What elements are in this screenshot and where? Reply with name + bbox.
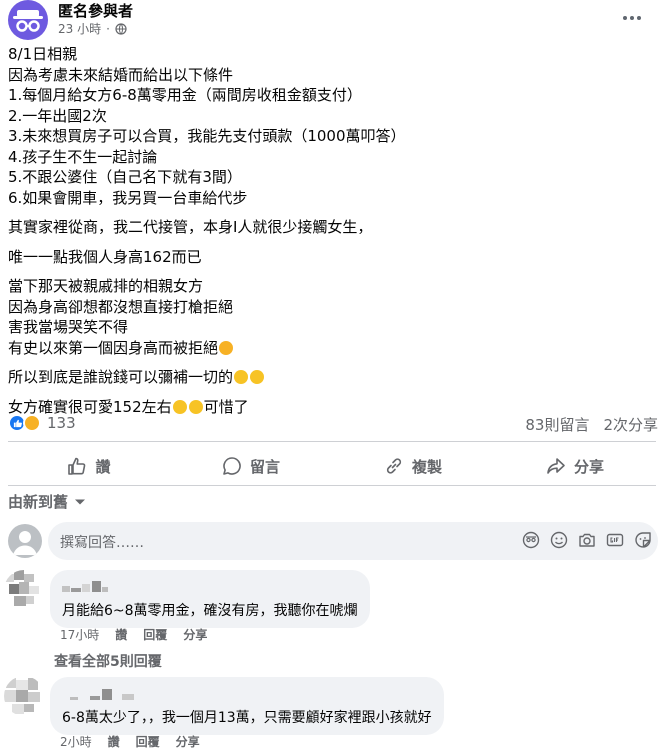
- thumbs-up-icon: [68, 457, 86, 475]
- globe-icon: [115, 22, 127, 35]
- anonymous-icon: [13, 10, 43, 32]
- commenter-avatar[interactable]: [4, 676, 44, 716]
- post-line: 其實家裡從商，我二代接管，本身I人就很少接觸女生，: [8, 218, 373, 236]
- comment-like-button[interactable]: 讚: [115, 626, 127, 643]
- blurred-avatar-icon: [4, 570, 44, 610]
- divider: [8, 485, 656, 486]
- commenter-avatar[interactable]: [4, 570, 44, 610]
- post-stats: 133 83則留言 2次分享: [8, 412, 658, 436]
- share-button[interactable]: 分享: [494, 448, 656, 484]
- meta-dot: ·: [106, 21, 110, 36]
- share-arrow-icon: [547, 458, 565, 474]
- reaction-count: 133: [47, 414, 76, 432]
- comment-text: 6-8萬太少了，，我一個月13萬，只需要顧好家裡跟小孩就好: [62, 710, 432, 726]
- haha-reaction-icon: [23, 414, 41, 432]
- post-line: 當下那天被親戚排的相親女方: [8, 277, 204, 295]
- camera-icon[interactable]: [578, 531, 596, 549]
- post-actions: 讚 留言 複製 分享: [8, 448, 656, 484]
- post-line: 因為考慮未來結婚而給出以下條件: [8, 65, 234, 84]
- commenter-name-redacted[interactable]: [62, 578, 358, 594]
- post-line: 6.如果會開車，我另買一台車給代步: [8, 188, 248, 207]
- default-user-icon: [13, 531, 37, 555]
- like-button[interactable]: 讚: [8, 448, 170, 484]
- post-paragraph: 所以到底是誰說錢可以彌補一切的: [8, 367, 648, 388]
- blurred-avatar-icon: [4, 676, 44, 716]
- comment-meta: 2小時 讚 回覆 分享: [60, 733, 200, 750]
- comment-bubble: 月能給6~8萬零用金，確沒有房，我聽你在唬爛: [50, 570, 370, 628]
- post-paragraph: 8/1日相親 因為考慮未來結婚而給出以下條件 1.每個月給女方6-8萬零用金（兩…: [8, 44, 648, 208]
- sweat-smile-emoji-icon: [250, 370, 265, 384]
- comment-share-button[interactable]: 分享: [183, 626, 207, 643]
- stats-right: 83則留言 2次分享: [525, 414, 658, 435]
- post-body: 8/1日相親 因為考慮未來結婚而給出以下條件 1.每個月給女方6-8萬零用金（兩…: [8, 44, 648, 426]
- comment-time[interactable]: 17小時: [60, 626, 99, 643]
- post-meta: 23 小時 ·: [58, 20, 127, 37]
- copy-button-label: 複製: [411, 457, 442, 476]
- sweat-smile-emoji-icon: [234, 370, 249, 384]
- post-line: 1.每個月給女方6-8萬零用金（兩間房收租金額支付）: [8, 86, 362, 104]
- comment-reply-button[interactable]: 回覆: [143, 626, 167, 643]
- comment-item: 6-8萬太少了，，我一個月13萬，只需要顧好家裡跟小孩就好 2小時 讚 回覆 分…: [0, 676, 670, 751]
- comment-share-button[interactable]: 分享: [176, 733, 200, 750]
- sort-label: 由新到舊: [8, 493, 69, 511]
- post-line: 因為身高卻想都沒想直接打槍拒絕: [8, 297, 234, 316]
- divider: [8, 441, 656, 442]
- post-line: 3.未來想買房子可以合買，我能先支付頭款（1000萬叩答）: [8, 127, 406, 145]
- post-line: 2.一年出國2次: [8, 106, 107, 125]
- current-user-avatar[interactable]: [8, 524, 42, 558]
- post-line: 5.不跟公婆住（自己名下就有3間）: [8, 168, 242, 186]
- comment-meta: 17小時 讚 回覆 分享: [60, 626, 207, 643]
- share-count[interactable]: 2次分享: [603, 414, 658, 435]
- avatar-sticker-icon[interactable]: [522, 531, 540, 549]
- comment-reply-button[interactable]: 回覆: [136, 733, 160, 750]
- comment-count[interactable]: 83則留言: [525, 414, 589, 435]
- post-line: 有史以來第一個因身高而被拒絕: [8, 338, 648, 359]
- crying-emoji-icon: [219, 340, 234, 355]
- emoji-icon[interactable]: [550, 531, 568, 549]
- comment-sort-dropdown[interactable]: 由新到舊: [8, 491, 86, 512]
- comment-button-label: 留言: [249, 457, 280, 476]
- post-paragraph: 當下那天被親戚排的相親女方 因為身高卻想都沒想直接打槍拒絕 害我當場哭笑不得 有…: [8, 276, 648, 358]
- comment-item: 月能給6~8萬零用金，確沒有房，我聽你在唬爛 17小時 讚 回覆 分享: [0, 570, 670, 650]
- copy-button[interactable]: 複製: [332, 448, 494, 484]
- post-line: 所以到底是誰說錢可以彌補一切的: [8, 367, 648, 388]
- like-button-label: 讚: [95, 457, 111, 476]
- view-all-replies-link[interactable]: 查看全部5則回覆: [54, 651, 162, 671]
- post-line-text: 所以到底是誰說錢可以彌補一切的: [8, 368, 234, 386]
- comment-like-button[interactable]: 讚: [108, 733, 120, 750]
- post-author[interactable]: 匿名參與者: [58, 0, 133, 21]
- link-icon: [386, 458, 402, 474]
- post-line: 8/1日相親: [8, 45, 78, 63]
- redacted-name-icon: [62, 581, 108, 592]
- commenter-name-redacted[interactable]: [62, 685, 432, 701]
- comment-time[interactable]: 2小時: [60, 733, 92, 750]
- post-line: 害我當場哭笑不得: [8, 318, 129, 336]
- comment-bubble: 6-8萬太少了，，我一個月13萬，只需要顧好家裡跟小孩就好: [50, 677, 444, 735]
- comment-bubble-icon: [223, 457, 241, 475]
- post-paragraph: 其實家裡從商，我二代接管，本身I人就很少接觸女生，: [8, 217, 648, 238]
- post-time[interactable]: 23 小時: [58, 20, 101, 37]
- post-header: 匿名參與者 23 小時 ·: [8, 0, 662, 44]
- post-paragraph: 唯一一點我個人身高162而已: [8, 247, 648, 268]
- sticker-icon[interactable]: [634, 531, 652, 549]
- composer-tools: [522, 531, 652, 549]
- post-line-text: 有史以來第一個因身高而被拒絕: [8, 338, 219, 357]
- reaction-summary[interactable]: 133: [8, 414, 76, 432]
- comment-input[interactable]: 撰寫回答……: [48, 522, 658, 560]
- redacted-name-icon: [70, 689, 134, 700]
- comment-text: 月能給6~8萬零用金，確沒有房，我聽你在唬爛: [62, 603, 358, 619]
- comment-input-placeholder: 撰寫回答……: [60, 535, 144, 551]
- share-button-label: 分享: [573, 457, 604, 476]
- caret-down-icon: [75, 499, 86, 504]
- more-options-icon[interactable]: [620, 8, 644, 28]
- comment-composer: 撰寫回答……: [8, 522, 658, 562]
- post-line: 唯一一點我個人身高162而已: [8, 247, 202, 266]
- anonymous-avatar[interactable]: [8, 0, 48, 40]
- gif-icon[interactable]: [606, 531, 624, 549]
- post-line: 4.孩子生不生一起討論: [8, 147, 158, 166]
- comment-button[interactable]: 留言: [170, 448, 332, 484]
